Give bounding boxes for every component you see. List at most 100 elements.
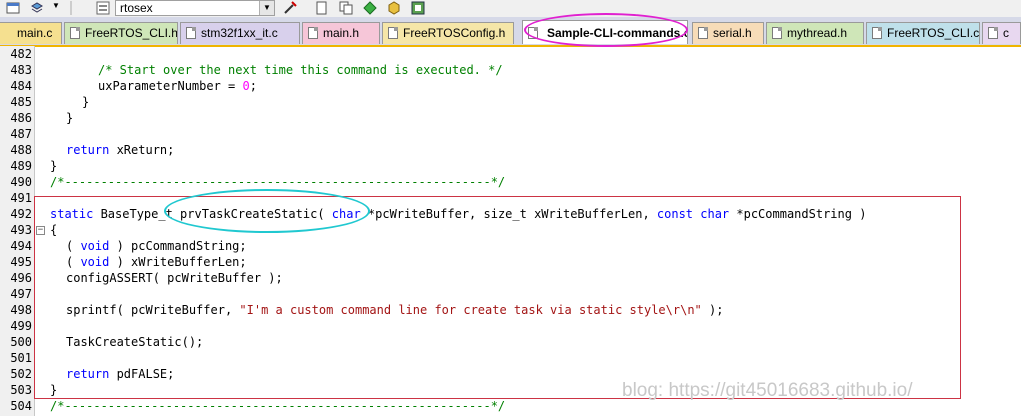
code-comment: /*--------------------------------------… [50, 175, 506, 189]
line-number: 492 [10, 207, 32, 221]
tab-label: FreeRTOSConfig.h [403, 26, 506, 40]
copy-icon[interactable] [339, 1, 353, 15]
line-number: 484 [10, 79, 32, 93]
file-icon [308, 27, 318, 39]
line-number: 493 [10, 223, 32, 237]
code-line: 489 } [0, 158, 1021, 174]
code-line: 487 [0, 126, 1021, 142]
code-text: return pdFALSE; [66, 367, 175, 381]
file-icon [988, 27, 998, 39]
wizard-icon[interactable] [283, 1, 297, 15]
tab-label: main.h [323, 26, 360, 40]
file-icon [186, 27, 196, 39]
code-line: 494 ( void ) pcCommandString; [0, 238, 1021, 254]
tab-main-h[interactable]: main.h [302, 22, 380, 44]
code-line: 501 [0, 350, 1021, 366]
project-select-value: rtosex [120, 1, 153, 15]
line-number: 483 [10, 63, 32, 77]
editor-tab-bar: main.c FreeRTOS_CLI.h stm32f1xx_it.c mai… [0, 17, 1021, 47]
code-line: 484 uxParameterNumber = 0; [0, 78, 1021, 94]
code-line: 482 [0, 46, 1021, 62]
pack-icon[interactable] [387, 1, 401, 15]
code-text: ( void ) xWriteBufferLen; [66, 255, 247, 269]
line-number: 500 [10, 335, 32, 349]
file-icon[interactable] [315, 1, 329, 15]
tab-label: stm32f1xx_it.c [201, 26, 278, 40]
code-comment: /*--------------------------------------… [50, 399, 506, 413]
watermark: blog: https://git45016683.github.io/ [622, 380, 913, 401]
target-options-icon[interactable] [96, 1, 110, 15]
line-number: 482 [10, 47, 32, 61]
code-line: 485 } [0, 94, 1021, 110]
tab-label: main.c [17, 26, 53, 40]
code-line: 496 configASSERT( pcWriteBuffer ); [0, 270, 1021, 286]
code-text: } [82, 95, 90, 109]
line-number: 485 [10, 95, 32, 109]
code-line: 499 [0, 318, 1021, 334]
fold-collapse-icon[interactable]: − [36, 226, 45, 235]
line-number: 504 [10, 399, 32, 413]
file-icon [872, 27, 882, 39]
dropdown-arrow-icon[interactable]: ▼ [52, 1, 60, 10]
code-line: 497 [0, 286, 1021, 302]
code-line: 495 ( void ) xWriteBufferLen; [0, 254, 1021, 270]
tab-main-c[interactable]: main.c [0, 22, 62, 44]
chevron-down-icon[interactable]: ▼ [259, 1, 274, 15]
layers-icon[interactable] [30, 1, 44, 15]
tab-mythread-h[interactable]: mythread.h [766, 22, 864, 44]
code-line: 500 TaskCreateStatic(); [0, 334, 1021, 350]
code-line: 490 /*----------------------------------… [0, 174, 1021, 190]
tab-stm32f1xx-it-c[interactable]: stm32f1xx_it.c [180, 22, 300, 44]
file-icon [698, 27, 708, 39]
line-number: 497 [10, 287, 32, 301]
line-number: 488 [10, 143, 32, 157]
code-text: return xReturn; [66, 143, 175, 157]
file-icon [388, 27, 398, 39]
code-text: configASSERT( pcWriteBuffer ); [66, 271, 283, 285]
line-number: 487 [10, 127, 32, 141]
code-text: uxParameterNumber = 0; [98, 79, 257, 93]
file-icon [70, 27, 80, 39]
code-text: ( void ) pcCommandString; [66, 239, 247, 253]
code-comment: /* Start over the next time this command… [98, 63, 503, 77]
file-icon [772, 27, 782, 39]
project-select[interactable]: rtosex ▼ [115, 0, 275, 16]
line-number: 489 [10, 159, 32, 173]
line-number: 498 [10, 303, 32, 317]
line-number: 495 [10, 255, 32, 269]
tab-label: FreeRTOS_CLI.c [887, 26, 980, 40]
code-line: 488 return xReturn; [0, 142, 1021, 158]
line-number: 499 [10, 319, 32, 333]
code-line: 483 /* Start over the next time this com… [0, 62, 1021, 78]
tab-label: Sample-CLI-commands.c [547, 26, 688, 40]
line-number: 502 [10, 367, 32, 381]
diamond-icon[interactable] [363, 1, 377, 15]
code-text: { [50, 223, 58, 237]
tab-freertos-cli-c[interactable]: FreeRTOS_CLI.c [866, 22, 980, 44]
tab-freertos-cli-h[interactable]: FreeRTOS_CLI.h [64, 22, 178, 44]
tab-label: c [1003, 26, 1009, 40]
tab-serial-h[interactable]: serial.h [692, 22, 764, 44]
tab-sample-cli-commands-c[interactable]: Sample-CLI-commands.c [522, 20, 688, 44]
tab-label: serial.h [713, 26, 752, 40]
project-icon[interactable] [6, 1, 20, 15]
line-number: 486 [10, 111, 32, 125]
code-text: static BaseType_t prvTaskCreateStatic( c… [50, 207, 867, 221]
code-text: TaskCreateStatic(); [66, 335, 204, 349]
separator-icon [70, 1, 72, 15]
line-number: 496 [10, 271, 32, 285]
code-line: 492 static BaseType_t prvTaskCreateStati… [0, 206, 1021, 222]
code-line: 491 [0, 190, 1021, 206]
line-number: 503 [10, 383, 32, 397]
code-text: sprintf( pcWriteBuffer, "I'm a custom co… [66, 303, 724, 317]
code-line: 498 sprintf( pcWriteBuffer, "I'm a custo… [0, 302, 1021, 318]
line-number: 501 [10, 351, 32, 365]
tab-freertosconfig-h[interactable]: FreeRTOSConfig.h [382, 22, 514, 44]
code-text: } [50, 383, 58, 397]
tab-label: mythread.h [787, 26, 848, 40]
code-text: } [50, 159, 58, 173]
grid-icon[interactable] [411, 1, 425, 15]
tab-overflow[interactable]: c [982, 22, 1021, 44]
line-number: 491 [10, 191, 32, 205]
toolbar: ▼ rtosex ▼ [0, 0, 1021, 18]
